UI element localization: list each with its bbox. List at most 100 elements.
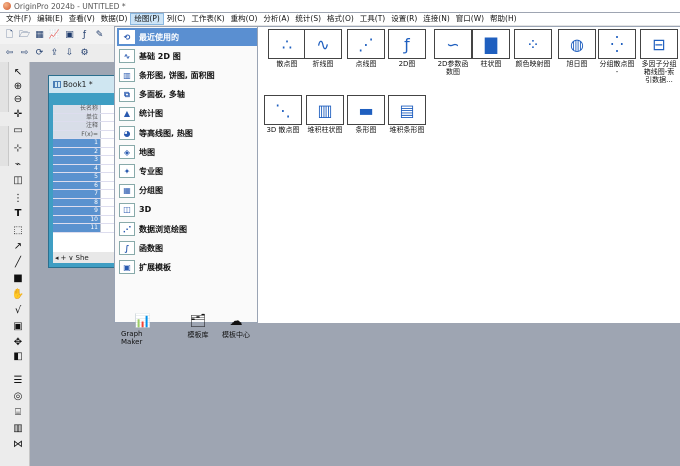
menu-item-9[interactable]: 统计(S) <box>292 13 324 25</box>
line-tool-icon[interactable]: ╱ <box>11 256 25 269</box>
menu-item-6[interactable]: 工作表(K) <box>188 13 227 25</box>
plot-menu-item-map[interactable]: ◈ 地图 <box>117 143 257 161</box>
layer-tool-icon[interactable]: ◧ <box>11 350 25 363</box>
menu-item-8[interactable]: 分析(A) <box>260 13 292 25</box>
table-row[interactable]: 9 <box>53 207 115 216</box>
gallery-item-2d-parametric[interactable]: ∽ 2D参数函 数图 <box>434 29 472 76</box>
menu-item-0[interactable]: 文件(F) <box>3 13 34 25</box>
plot-menu-item-grouped[interactable]: ▦ 分组图 <box>117 182 257 200</box>
menu-item-13[interactable]: 连接(N) <box>420 13 452 25</box>
gallery-item-bar[interactable]: ▬ 条形图 <box>347 95 385 134</box>
template-center-button[interactable]: ☁ 模板中心 <box>221 312 251 340</box>
text-tool-icon[interactable]: T <box>11 207 25 220</box>
gallery-item-color-map[interactable]: ⁘ 颜色映射图 <box>514 29 552 68</box>
menu-item-1[interactable]: 编辑(E) <box>34 13 66 25</box>
export-icon[interactable]: ⇩ <box>63 47 76 60</box>
rectangle-tool-icon[interactable]: ■ <box>11 272 25 285</box>
plot-menu-item-specialized[interactable]: ✦ 专业图 <box>117 162 257 180</box>
menu-item-7[interactable]: 重构(O) <box>228 13 261 25</box>
zoom-in-icon[interactable]: ⊕ <box>11 80 25 93</box>
move-tool-icon[interactable]: ✥ <box>11 336 25 349</box>
zoom-out-icon[interactable]: ⊖ <box>11 93 25 106</box>
menu-item-2[interactable]: 查看(V) <box>66 13 98 25</box>
table-row[interactable]: 7 <box>53 190 115 199</box>
plot-menu-item-function[interactable]: ∫ 函数图 <box>117 239 257 257</box>
table-row[interactable]: 5 <box>53 173 115 182</box>
menu-item-4[interactable]: 绘图(P) <box>130 13 164 25</box>
menu-item-5[interactable]: 列(C) <box>164 13 189 25</box>
new-matrix-icon[interactable]: ▣ <box>63 29 76 42</box>
notes-icon[interactable]: ✎ <box>93 29 106 42</box>
plot-menu-item-statistics[interactable]: ▲ 统计图 <box>117 105 257 123</box>
region-tool-icon[interactable]: ⬚ <box>11 224 25 237</box>
template-library-button[interactable]: 🗂 模板库 <box>183 312 213 340</box>
gallery-item-line-symbol[interactable]: ⋰ 点线图 <box>347 29 385 68</box>
data-reader-icon[interactable]: ⊹ <box>11 142 25 155</box>
gallery-item-grouped-scatter[interactable]: ⁛ 分组散点图 - <box>598 29 636 76</box>
tab-nav-list-icon[interactable]: ∨ <box>68 254 73 262</box>
gallery-item-stacked-bar[interactable]: ▤ 堆积条形图 <box>388 95 426 134</box>
gallery-item-line[interactable]: ∿ 折线图 <box>304 29 342 68</box>
object-manager-tab[interactable] <box>0 126 9 166</box>
plot-menu-item-recent[interactable]: ⟲ 最近使用的 <box>117 28 257 46</box>
table-row[interactable]: 4 <box>53 164 115 173</box>
table-row[interactable]: 3 <box>53 156 115 165</box>
table-row[interactable]: 11 <box>53 224 115 233</box>
plot-menu-item-3d[interactable]: ◫ 3D <box>117 201 257 219</box>
gallery-item-column[interactable]: ▇ 柱状图 <box>472 29 510 68</box>
open-icon[interactable]: 🗁 <box>18 29 31 42</box>
plot-menu-item-data-explore[interactable]: ⋰ 数据浏览绘图 <box>117 220 257 238</box>
image-tool-icon[interactable]: ▣ <box>11 320 25 333</box>
table-row[interactable]: 8 <box>53 198 115 207</box>
columns-tool-icon[interactable]: ▥ <box>11 422 25 435</box>
gallery-item-scatter[interactable]: ∴ 散点图 <box>268 29 306 68</box>
back-icon[interactable]: ⇦ <box>3 47 16 60</box>
plot-menu-item-basic-2d[interactable]: ∿ 基础 2D 图 <box>117 47 257 65</box>
table-row[interactable]: 10 <box>53 215 115 224</box>
settings-icon[interactable]: ⚙ <box>78 47 91 60</box>
gallery-item-stacked-column[interactable]: ▥ 堆积柱状图 <box>306 95 344 134</box>
plot-menu-item-contour-heatmap[interactable]: ◕ 等高线图, 热图 <box>117 124 257 142</box>
pointer-tool-icon[interactable]: ↖ <box>11 66 25 79</box>
tab-nav-first-icon[interactable]: ◂ <box>55 254 59 262</box>
menu-item-11[interactable]: 工具(T) <box>357 13 388 25</box>
menu-item-3[interactable]: 数据(D) <box>98 13 131 25</box>
gallery-item-2d[interactable]: ƒ 2D图 <box>388 29 426 68</box>
worksheet-grid[interactable]: 长名称 单位 注释 F(x)= 1 2 3 4 5 6 7 8 9 10 11 <box>53 105 115 252</box>
gallery-item-multi-factor-box[interactable]: ⊟ 多因子分组 箱线图-索 引数据... <box>640 29 678 84</box>
menu-item-14[interactable]: 窗口(W) <box>453 13 487 25</box>
arrow-tool-icon[interactable]: ↗ <box>11 240 25 253</box>
mask-icon[interactable]: ◫ <box>11 174 25 187</box>
table-row[interactable]: 1 <box>53 139 115 148</box>
shapes-tool-icon[interactable]: ⌸ <box>11 406 25 419</box>
more-tools-icon[interactable]: ⋈ <box>11 438 25 451</box>
refresh-icon[interactable]: ⟳ <box>33 47 46 60</box>
sheet-tab[interactable]: She <box>76 254 89 262</box>
crosshair-icon[interactable]: ✛ <box>11 108 25 121</box>
plot-menu-item-extensions[interactable]: ▣ 扩展模板 <box>117 258 257 276</box>
new-graph-icon[interactable]: 📈 <box>48 29 61 42</box>
menu-item-15[interactable]: 帮助(H) <box>487 13 520 25</box>
table-row[interactable]: 6 <box>53 181 115 190</box>
formula-tool-icon[interactable]: √ <box>11 304 25 317</box>
gallery-item-sunburst[interactable]: ◍ 旭日图 <box>558 29 596 68</box>
forward-icon[interactable]: ⇨ <box>18 47 31 60</box>
table-row[interactable]: 2 <box>53 147 115 156</box>
workbook-title-bar[interactable]: Book1 * <box>49 76 115 93</box>
gallery-item-3d-scatter[interactable]: ⋱ 3D 散点图 <box>264 95 302 134</box>
screen-reader-icon[interactable]: ▭ <box>11 124 25 137</box>
circle-tool-icon[interactable]: ◎ <box>11 390 25 403</box>
data-selector-icon[interactable]: ⌁ <box>11 158 25 171</box>
new-project-icon[interactable]: 🗋 <box>3 29 16 42</box>
list-tool-icon[interactable]: ☰ <box>11 374 25 387</box>
draw-data-icon[interactable]: ⋮ <box>11 192 25 205</box>
menu-item-10[interactable]: 格式(O) <box>324 13 357 25</box>
tab-nav-add-icon[interactable]: + <box>61 254 67 262</box>
new-workbook-icon[interactable]: ▦ <box>33 29 46 42</box>
graph-maker-button[interactable]: 📊 Graph Maker <box>121 312 165 347</box>
hand-tool-icon[interactable]: ✋ <box>11 288 25 301</box>
import-icon[interactable]: ⇪ <box>48 47 61 60</box>
plot-menu-item-bar-pie-area[interactable]: ▥ 条形图, 饼图, 面积图 <box>117 66 257 84</box>
plot-menu-item-multi-panel[interactable]: ⧉ 多面板, 多轴 <box>117 86 257 104</box>
menu-item-12[interactable]: 设置(R) <box>388 13 420 25</box>
